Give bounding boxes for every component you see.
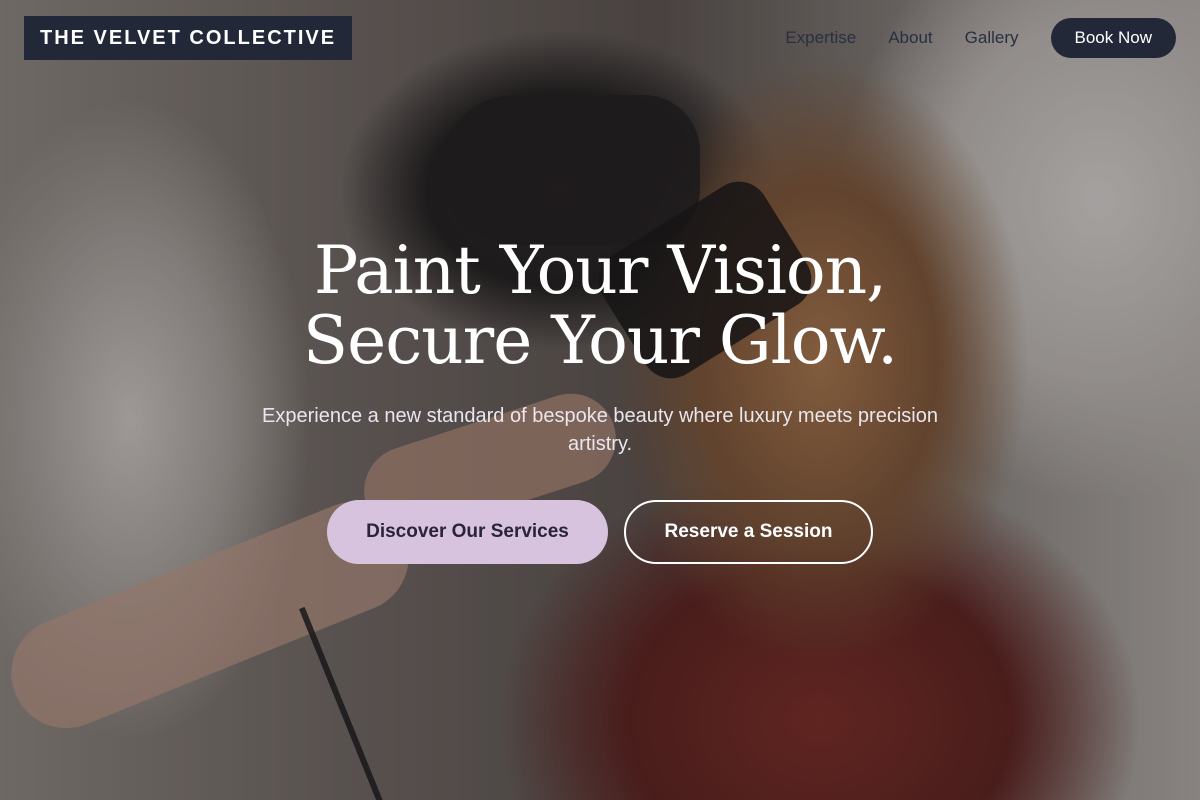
site-header: THE VELVET COLLECTIVE Expertise About Ga… [0,0,1200,76]
brand-logo[interactable]: THE VELVET COLLECTIVE [24,16,353,60]
nav-link-gallery[interactable]: Gallery [965,28,1019,48]
hero-headline: Paint Your Vision, Secure Your Glow. [0,236,1200,376]
headline-line-2: Secure Your Glow. [302,302,898,379]
main-nav: Expertise About Gallery Book Now [785,18,1176,58]
headline-line-1: Paint Your Vision, [313,232,887,309]
reserve-session-button[interactable]: Reserve a Session [624,500,873,564]
hero-cta-group: Discover Our Services Reserve a Session [0,500,1200,564]
hero-section: Paint Your Vision, Secure Your Glow. Exp… [0,236,1200,564]
nav-link-expertise[interactable]: Expertise [785,28,856,48]
nav-link-about[interactable]: About [888,28,932,48]
book-now-button[interactable]: Book Now [1050,18,1176,58]
discover-services-button[interactable]: Discover Our Services [327,500,608,564]
hero-subtitle: Experience a new standard of bespoke bea… [262,405,938,455]
